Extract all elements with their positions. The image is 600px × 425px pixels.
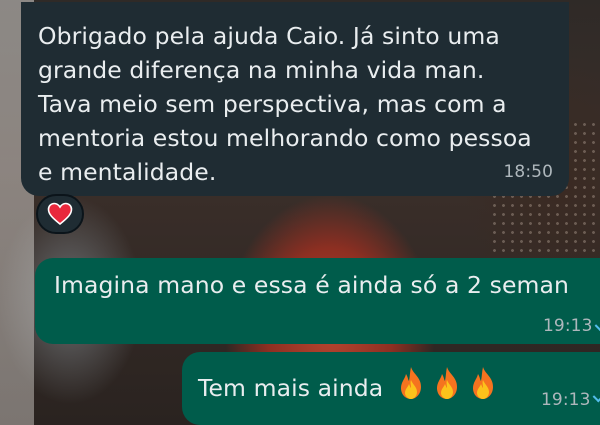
message-timestamp: 19:13 bbox=[543, 316, 593, 336]
message-text: Tem mais ainda bbox=[198, 374, 384, 402]
read-check-icon bbox=[592, 389, 600, 403]
message-reaction[interactable] bbox=[36, 194, 84, 234]
read-check-icon bbox=[594, 318, 600, 332]
heart-icon bbox=[47, 202, 73, 226]
outgoing-message-bubble[interactable]: Tem mais ainda 19:13 bbox=[182, 352, 600, 425]
message-timestamp: 19:13 bbox=[541, 390, 591, 410]
fire-icon bbox=[400, 367, 421, 399]
fire-icon bbox=[472, 367, 493, 399]
outgoing-message-bubble[interactable]: Imagina mano e essa é ainda só a 2 seman… bbox=[35, 258, 600, 344]
emoji-group bbox=[391, 367, 499, 402]
message-text: Imagina mano e essa é ainda só a 2 seman bbox=[54, 271, 570, 299]
incoming-message-bubble[interactable]: Obrigado pela ajuda Caio. Já sinto uma g… bbox=[21, 2, 569, 196]
message-timestamp: 18:50 bbox=[503, 162, 553, 182]
fire-icon bbox=[436, 367, 457, 399]
message-text: Obrigado pela ajuda Caio. Já sinto uma g… bbox=[38, 22, 532, 186]
